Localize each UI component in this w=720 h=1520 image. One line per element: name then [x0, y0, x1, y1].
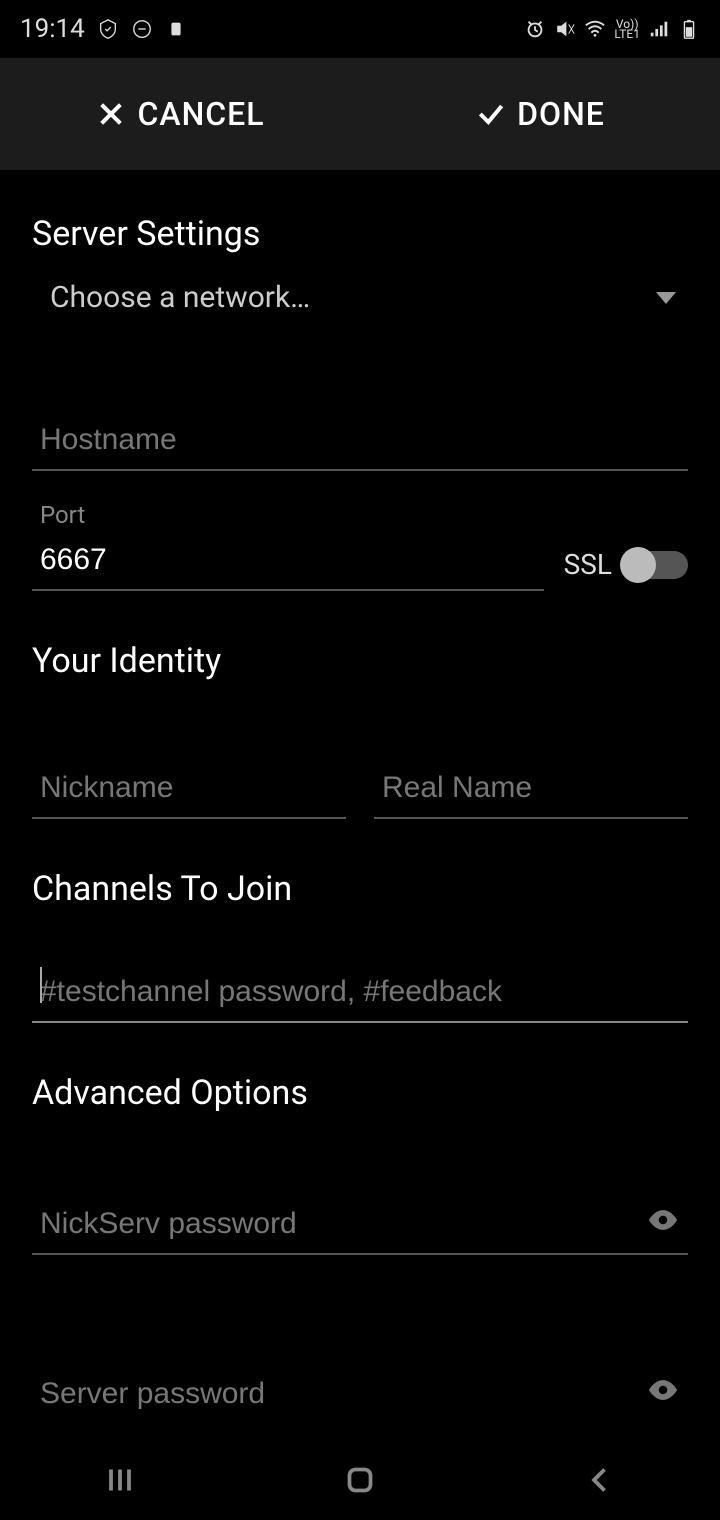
eye-icon[interactable]	[646, 1373, 680, 1407]
identity-title: Your Identity	[32, 641, 688, 681]
channels-title: Channels To Join	[32, 869, 688, 909]
alarm-icon	[524, 18, 546, 40]
cancel-button[interactable]: CANCEL	[0, 95, 360, 133]
port-row: Port SSL	[32, 531, 688, 591]
ssl-label: SSL	[564, 548, 612, 581]
wifi-icon	[584, 18, 606, 40]
close-icon	[95, 98, 127, 130]
channels-input[interactable]	[32, 963, 688, 1023]
home-icon[interactable]	[342, 1462, 378, 1498]
eye-icon[interactable]	[646, 1203, 680, 1237]
nickserv-password-input[interactable]	[32, 1195, 688, 1255]
advanced-title: Advanced Options	[32, 1073, 688, 1113]
sync-icon	[131, 18, 153, 40]
nickserv-row	[32, 1195, 688, 1255]
channels-field-wrap	[32, 963, 688, 1023]
server-password-input[interactable]	[32, 1365, 688, 1423]
check-icon	[475, 98, 507, 130]
status-time: 19:14	[20, 14, 85, 44]
ssl-wrap: SSL	[564, 548, 688, 591]
status-left: 19:14	[20, 14, 187, 44]
port-label: Port	[40, 501, 85, 529]
status-bar: 19:14 Vo))LTE1	[0, 0, 720, 58]
status-right: Vo))LTE1	[524, 18, 700, 40]
nav-bar	[0, 1440, 720, 1520]
chevron-down-icon	[656, 292, 676, 304]
text-cursor	[40, 967, 42, 1003]
toggle-knob	[620, 547, 656, 583]
ssl-toggle[interactable]	[622, 551, 688, 579]
server-pw-row	[32, 1365, 688, 1423]
volte-icon: Vo))LTE1	[614, 19, 640, 39]
server-settings-title: Server Settings	[32, 214, 688, 254]
hostname-input[interactable]	[32, 411, 688, 471]
content: Server Settings Choose a network… Port S…	[0, 214, 720, 1423]
network-dropdown[interactable]: Choose a network…	[32, 262, 688, 333]
hostname-field-wrap	[32, 411, 688, 471]
done-button[interactable]: DONE	[360, 95, 720, 133]
signal-icon	[648, 18, 670, 40]
port-field-wrap: Port	[32, 531, 544, 591]
notification-icon	[165, 18, 187, 40]
cancel-label: CANCEL	[137, 95, 264, 133]
mute-icon	[554, 18, 576, 40]
nickname-input[interactable]	[32, 759, 346, 819]
identity-row	[32, 759, 688, 819]
network-dropdown-label: Choose a network…	[50, 280, 310, 315]
recents-icon[interactable]	[102, 1462, 138, 1498]
action-bar: CANCEL DONE	[0, 58, 720, 170]
shield-icon	[97, 18, 119, 40]
back-icon[interactable]	[582, 1462, 618, 1498]
done-label: DONE	[517, 95, 605, 133]
realname-input[interactable]	[374, 759, 688, 819]
port-input[interactable]	[32, 531, 544, 591]
battery-icon	[678, 18, 700, 40]
